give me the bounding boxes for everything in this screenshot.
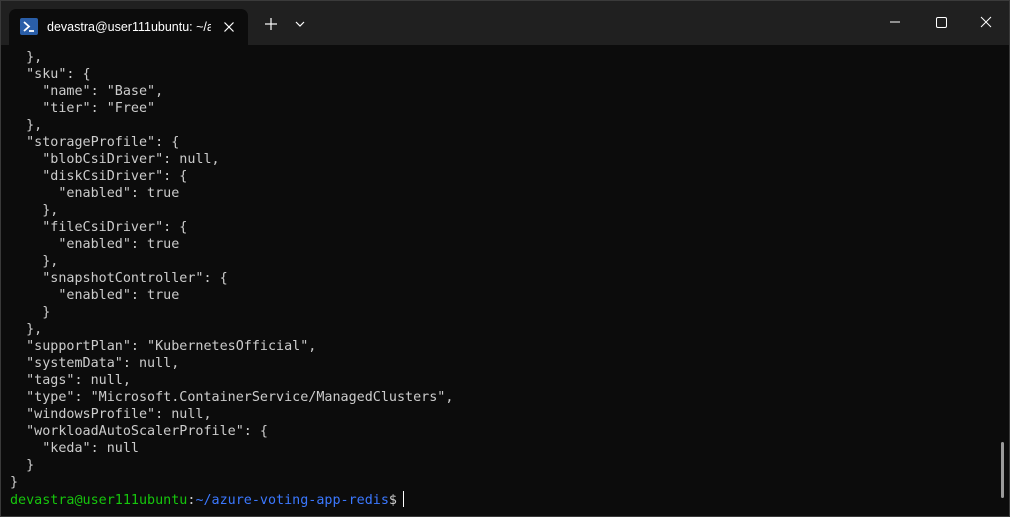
output-line: "name": "Base", xyxy=(10,84,164,99)
output-line: "keda": null xyxy=(10,441,139,456)
maximize-icon xyxy=(936,17,947,28)
output-line: }, xyxy=(10,203,59,218)
output-line: "fileCsiDriver": { xyxy=(10,220,188,235)
text-cursor xyxy=(402,491,404,507)
prompt-symbol: $ xyxy=(388,493,397,508)
terminal-output[interactable]: }, "sku": { "name": "Base", "tier": "Fre… xyxy=(1,45,1009,516)
output-line: }, xyxy=(10,50,43,65)
output-line: } xyxy=(10,305,51,320)
maximize-button[interactable] xyxy=(918,1,964,45)
tab-terminal[interactable]: devastra@user111ubuntu: ~/az xyxy=(9,9,248,45)
output-line: "enabled": true xyxy=(10,237,180,252)
output-lines: }, "sku": { "name": "Base", "tier": "Fre… xyxy=(10,49,453,491)
prompt-path: ~/azure-voting-app-redis xyxy=(195,493,389,508)
minimize-icon xyxy=(890,21,900,23)
shell-prompt[interactable]: devastra@user111ubuntu:~/azure-voting-ap… xyxy=(10,491,404,508)
close-button[interactable] xyxy=(963,1,1009,45)
output-line: }, xyxy=(10,254,59,269)
output-line: "sku": { xyxy=(10,67,91,82)
output-line: "workloadAutoScalerProfile": { xyxy=(10,424,268,439)
close-icon xyxy=(980,16,992,28)
output-line: }, xyxy=(10,322,43,337)
scrollbar-thumb[interactable] xyxy=(1001,442,1004,498)
output-line: }, xyxy=(10,118,43,133)
output-line: "tags": null, xyxy=(10,373,131,388)
output-line: "enabled": true xyxy=(10,288,180,303)
output-line: "enabled": true xyxy=(10,186,180,201)
powershell-icon xyxy=(20,18,38,35)
tab-title: devastra@user111ubuntu: ~/az xyxy=(47,20,211,34)
output-line: "systemData": null, xyxy=(10,356,180,371)
output-line: "tier": "Free" xyxy=(10,101,156,116)
output-line: "windowsProfile": null, xyxy=(10,407,212,422)
chevron-down-icon xyxy=(295,21,305,27)
output-line: "blobCsiDriver": null, xyxy=(10,152,220,167)
title-bar: devastra@user111ubuntu: ~/az xyxy=(1,1,1009,45)
output-line: } xyxy=(10,475,19,490)
output-line: "snapshotController": { xyxy=(10,271,228,286)
output-line: "supportPlan": "KubernetesOfficial", xyxy=(10,339,317,354)
plus-icon xyxy=(265,18,277,30)
output-line: } xyxy=(10,458,35,473)
prompt-user-host: devastra@user111ubuntu xyxy=(10,493,188,508)
terminal-window: devastra@user111ubuntu: ~/az}, "sku": {… xyxy=(0,0,1010,517)
minimize-button[interactable] xyxy=(872,1,918,45)
profile-dropdown-button[interactable] xyxy=(287,9,313,39)
output-line: "diskCsiDriver": { xyxy=(10,169,188,184)
output-line: "storageProfile": { xyxy=(10,135,180,150)
output-line: "type": "Microsoft.ContainerService/Mana… xyxy=(10,390,454,405)
new-tab-button[interactable] xyxy=(256,9,286,39)
close-tab-icon[interactable] xyxy=(219,17,239,37)
